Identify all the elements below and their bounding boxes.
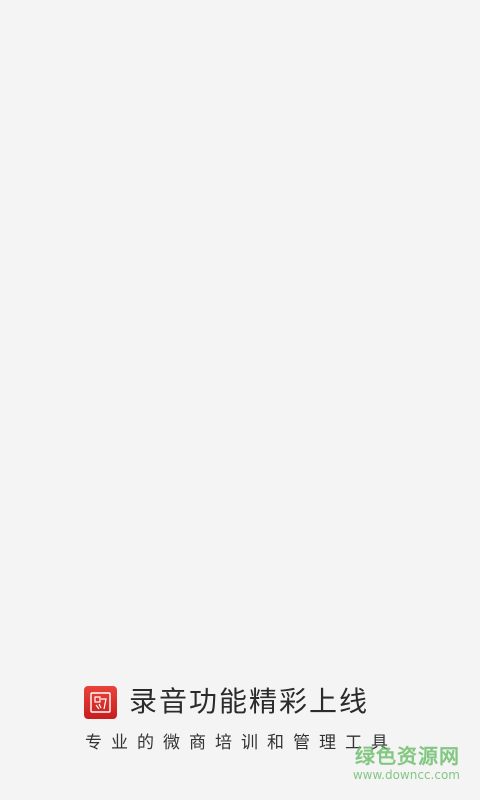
watermark-site-name: 绿色资源网 <box>355 744 460 768</box>
watermark: 绿色资源网 www.downcc.com <box>353 744 460 782</box>
app-logo-icon <box>84 685 117 719</box>
watermark-site-url: www.downcc.com <box>352 768 460 782</box>
headline: 录音功能精彩上线 <box>129 685 370 718</box>
tagline: 专业的微商培训和管理工具 <box>85 733 397 753</box>
brand-row: 录音功能精彩上线 <box>84 683 369 721</box>
splash-screen: 录音功能精彩上线 专业的微商培训和管理工具 绿色资源网 www.downcc.c… <box>0 0 480 800</box>
